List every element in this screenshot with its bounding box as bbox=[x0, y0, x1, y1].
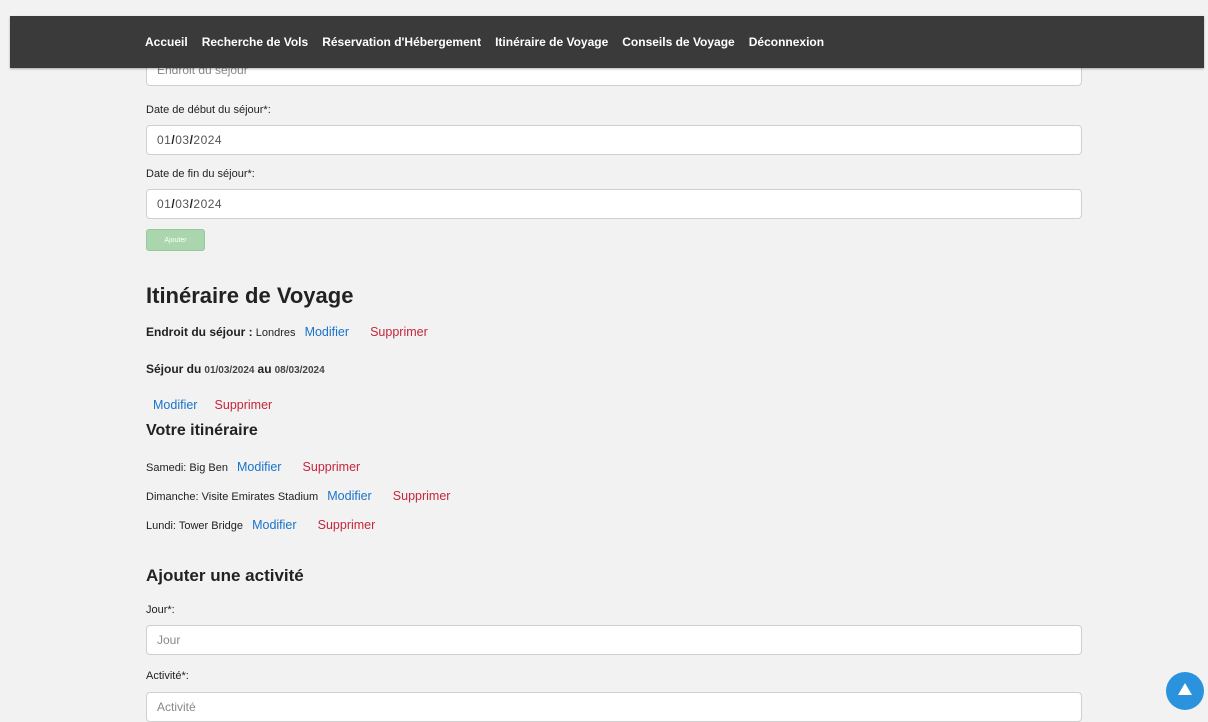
stay-start-date: 01/03/2024 bbox=[204, 365, 255, 376]
start-date-label: Date de début du séjour*: bbox=[146, 104, 271, 116]
add-stay-button[interactable]: Ajouter bbox=[146, 229, 205, 251]
delete-place-link[interactable]: Supprimer bbox=[370, 325, 428, 339]
stay-place-value: Londres bbox=[255, 327, 296, 339]
stay-dates-row: Séjour du 01/03/2024 au 08/03/2024 bbox=[146, 362, 325, 376]
start-year: 2024 bbox=[193, 133, 223, 147]
end-month: 03 bbox=[175, 197, 190, 211]
activity-row-1: Samedi: Big Ben Modifier Supprimer bbox=[146, 460, 360, 474]
nav-conseils[interactable]: Conseils de Voyage bbox=[622, 35, 734, 49]
stay-end-date: 08/03/2024 bbox=[274, 365, 325, 376]
itinerary-title: Itinéraire de Voyage bbox=[146, 283, 354, 308]
stay-mid: au bbox=[257, 362, 272, 376]
delete-activity-3-link[interactable]: Supprimer bbox=[318, 518, 376, 532]
end-day: 01 bbox=[157, 197, 172, 211]
start-day: 01 bbox=[157, 133, 172, 147]
delete-stay-link[interactable]: Supprimer bbox=[215, 398, 273, 412]
day-input[interactable]: Jour bbox=[146, 625, 1082, 655]
your-itinerary-heading: Votre itinéraire bbox=[146, 422, 258, 439]
modify-place-link[interactable]: Modifier bbox=[305, 325, 349, 339]
activity-text: Samedi: Big Ben bbox=[146, 462, 228, 474]
stay-actions-row: Modifier Supprimer bbox=[147, 398, 272, 412]
nav-links: Accueil Recherche de Vols Réservation d'… bbox=[145, 35, 824, 49]
delete-activity-1-link[interactable]: Supprimer bbox=[303, 460, 361, 474]
activity-placeholder: Activité bbox=[157, 700, 196, 714]
stay-prefix: Séjour du bbox=[146, 362, 202, 376]
activity-text: Lundi: Tower Bridge bbox=[146, 520, 244, 532]
arrow-up-icon bbox=[1177, 682, 1193, 701]
activity-row-3: Lundi: Tower Bridge Modifier Supprimer bbox=[146, 518, 375, 532]
activity-text: Dimanche: Visite Emirates Stadium bbox=[146, 491, 319, 503]
modify-activity-2-link[interactable]: Modifier bbox=[327, 489, 371, 503]
activity-row-2: Dimanche: Visite Emirates Stadium Modifi… bbox=[146, 489, 450, 503]
activity-label: Activité*: bbox=[146, 670, 189, 682]
start-month: 03 bbox=[175, 133, 190, 147]
stay-place-row: Endroit du séjour : Londres Modifier Sup… bbox=[146, 325, 428, 339]
nav-accueil[interactable]: Accueil bbox=[145, 35, 188, 49]
modify-activity-3-link[interactable]: Modifier bbox=[252, 518, 296, 532]
end-year: 2024 bbox=[193, 197, 223, 211]
scroll-top-button[interactable] bbox=[1166, 672, 1204, 710]
navbar: Accueil Recherche de Vols Réservation d'… bbox=[10, 16, 1204, 68]
day-label: Jour*: bbox=[146, 604, 175, 616]
nav-reservation-hebergement[interactable]: Réservation d'Hébergement bbox=[322, 35, 481, 49]
nav-recherche-vols[interactable]: Recherche de Vols bbox=[202, 35, 309, 49]
end-date-input[interactable]: 01/03/2024 bbox=[146, 189, 1082, 219]
stay-place-label: Endroit du séjour : bbox=[146, 325, 253, 339]
day-placeholder: Jour bbox=[157, 633, 181, 647]
nav-deconnexion[interactable]: Déconnexion bbox=[749, 35, 824, 49]
start-date-input[interactable]: 01/03/2024 bbox=[146, 125, 1082, 155]
add-activity-heading: Ajouter une activité bbox=[146, 566, 304, 585]
nav-itineraire[interactable]: Itinéraire de Voyage bbox=[495, 35, 608, 49]
end-date-label: Date de fin du séjour*: bbox=[146, 168, 255, 180]
modify-stay-link[interactable]: Modifier bbox=[153, 398, 197, 412]
delete-activity-2-link[interactable]: Supprimer bbox=[393, 489, 451, 503]
page-content: Endroit du séjour Date de début du séjou… bbox=[0, 0, 1208, 722]
modify-activity-1-link[interactable]: Modifier bbox=[237, 460, 281, 474]
